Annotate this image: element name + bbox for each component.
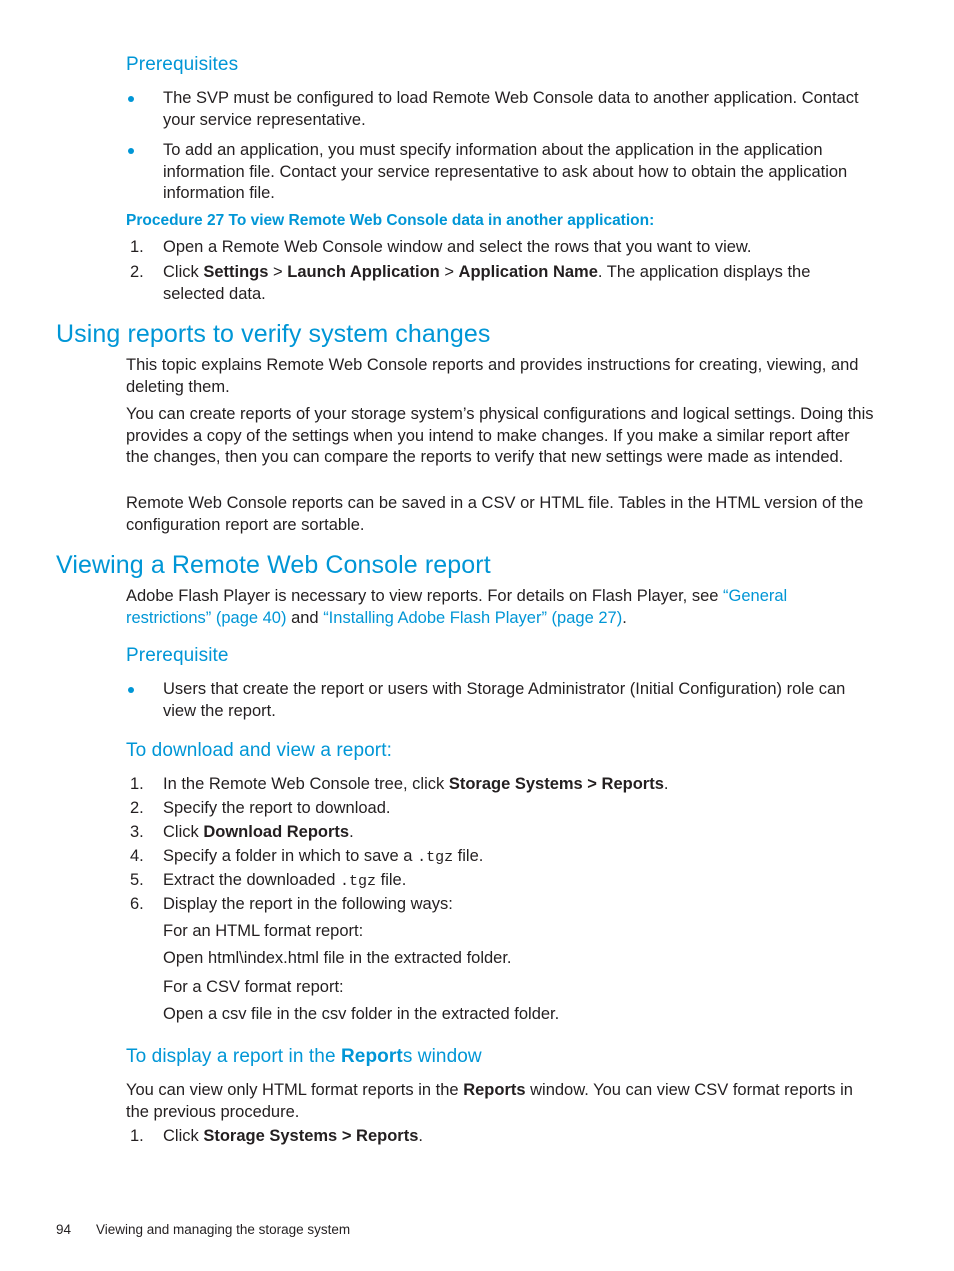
- bullet-icon: [128, 96, 134, 102]
- footer-chapter-title: Viewing and managing the storage system: [96, 1222, 351, 1237]
- list-number: 3.: [130, 823, 144, 841]
- list-item: The SVP must be configured to load Remot…: [128, 88, 870, 131]
- display-report-heading: To display a report in the Reports windo…: [126, 1046, 482, 1069]
- bullet-icon: [128, 687, 134, 693]
- list-number: 2.: [130, 263, 144, 281]
- list-number: 1.: [130, 775, 144, 793]
- substep-html-path: Open html\index.html file in the extract…: [163, 949, 512, 967]
- substep-csv-path: Open a csv file in the csv folder in the…: [163, 1005, 560, 1023]
- prerequisites-heading: Prerequisites: [126, 54, 239, 75]
- bullet-icon: [128, 148, 134, 154]
- document-page: Prerequisites The SVP must be configured…: [0, 0, 954, 1271]
- ordered-list-item: 3. Click Download Reports.: [130, 822, 875, 844]
- list-number: 6.: [130, 895, 144, 913]
- using-reports-paragraph-1: This topic explains Remote Web Console r…: [126, 356, 859, 396]
- flash-tail-text: .: [622, 608, 627, 627]
- display-heading-bold: Report: [340, 1046, 403, 1067]
- list-number: 5.: [130, 871, 144, 889]
- display-para-bold: Reports: [463, 1081, 526, 1099]
- display-heading-post: s window: [402, 1046, 482, 1067]
- ordered-list-item: 1. Click Storage Systems > Reports.: [130, 1126, 875, 1148]
- ordered-list-item: 2. Specify the report to download.: [130, 798, 875, 820]
- list-number: 4.: [130, 847, 144, 865]
- flash-mid-text: and: [286, 608, 324, 627]
- list-item-text: Display the report in the following ways…: [163, 895, 453, 913]
- display-para-part1: You can view only HTML format reports in…: [126, 1081, 464, 1099]
- list-item-text: Users that create the report or users wi…: [163, 680, 846, 720]
- list-item-text: Specify the report to download.: [163, 799, 391, 817]
- using-reports-heading: Using reports to verify system changes: [56, 320, 491, 348]
- list-item-text: In the Remote Web Console tree, click St…: [163, 775, 669, 793]
- page-footer: 94 Viewing and managing the storage syste…: [56, 1222, 350, 1237]
- list-number: 1.: [130, 238, 144, 256]
- list-item-text: Open a Remote Web Console window and sel…: [163, 238, 752, 256]
- ordered-list-item: 1. In the Remote Web Console tree, click…: [130, 774, 875, 796]
- list-item: Users that create the report or users wi…: [128, 679, 870, 722]
- download-and-view-heading: To download and view a report:: [126, 740, 392, 761]
- using-reports-paragraph-2: You can create reports of your storage s…: [126, 405, 874, 466]
- ordered-list-item: 4. Specify a folder in which to save a .…: [130, 846, 875, 869]
- using-reports-paragraph-3: Remote Web Console reports can be saved …: [126, 494, 864, 534]
- list-item-text: Click Storage Systems > Reports.: [163, 1127, 423, 1145]
- list-number: 2.: [130, 799, 144, 817]
- procedure-27-heading: Procedure 27 To view Remote Web Console …: [126, 212, 655, 229]
- viewing-report-heading: Viewing a Remote Web Console report: [56, 551, 491, 579]
- installing-flash-player-link[interactable]: “Installing Adobe Flash Player” (page 27…: [323, 609, 622, 627]
- list-number: 1.: [130, 1127, 144, 1145]
- list-item-text: Extract the downloaded .tgz file.: [163, 871, 407, 890]
- list-item: To add an application, you must specify …: [128, 140, 870, 205]
- ordered-list-item: 1. Open a Remote Web Console window and …: [130, 237, 875, 259]
- list-item-text: Specify a folder in which to save a .tgz…: [163, 847, 484, 866]
- flash-player-paragraph: Adobe Flash Player is necessary to view …: [126, 586, 874, 629]
- list-item-text: To add an application, you must specify …: [163, 141, 848, 202]
- list-item-text: Click Settings > Launch Application > Ap…: [163, 263, 811, 303]
- ordered-list-item: 5. Extract the downloaded .tgz file.: [130, 870, 875, 893]
- display-heading-pre: To display a report in the: [126, 1046, 341, 1067]
- page-number: 94: [56, 1222, 72, 1237]
- flash-lead-text: Adobe Flash Player is necessary to view …: [126, 587, 724, 605]
- prerequisite-heading: Prerequisite: [126, 645, 229, 666]
- list-item-text: The SVP must be configured to load Remot…: [163, 89, 859, 129]
- display-report-paragraph: You can view only HTML format reports in…: [126, 1080, 874, 1123]
- ordered-list-item: 2. Click Settings > Launch Application >…: [130, 262, 875, 305]
- substep-csv-label: For a CSV format report:: [163, 978, 344, 996]
- ordered-list-item: 6. Display the report in the following w…: [130, 894, 875, 916]
- substep-html-label: For an HTML format report:: [163, 922, 364, 940]
- list-item-text: Click Download Reports.: [163, 823, 354, 841]
